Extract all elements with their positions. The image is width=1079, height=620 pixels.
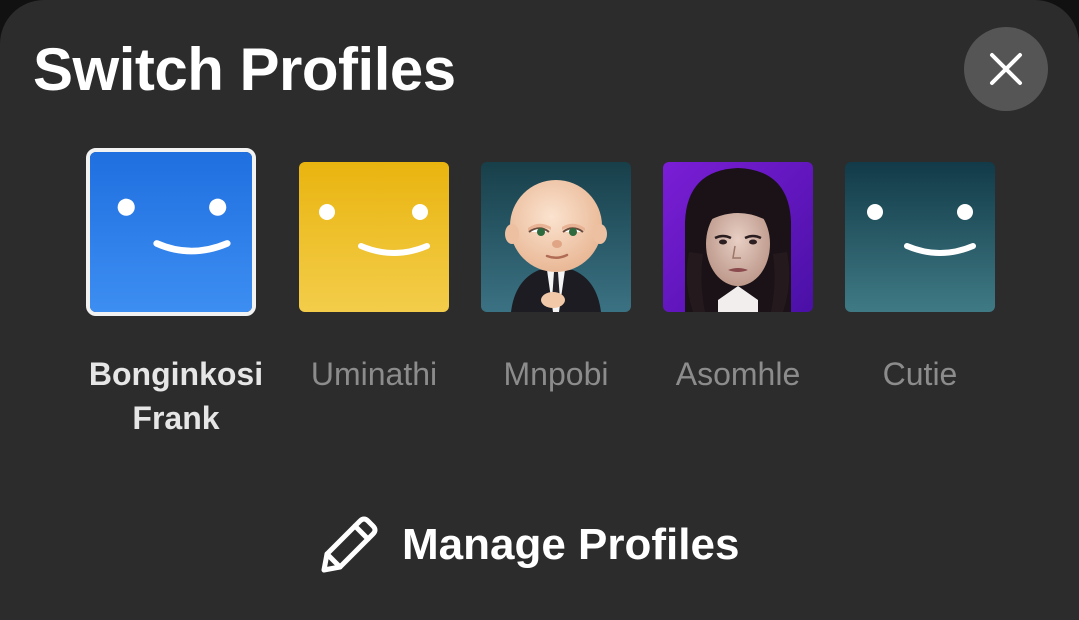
smile-face-avatar — [90, 152, 252, 312]
profile-avatar[interactable] — [845, 162, 995, 312]
profile-name: Cutie — [882, 356, 958, 392]
profile-avatar[interactable] — [481, 162, 631, 312]
profile-avatar[interactable] — [299, 162, 449, 312]
smile-face-avatar — [299, 162, 449, 312]
profile-name: Mnpobi — [503, 356, 609, 392]
profile-avatar[interactable] — [663, 162, 813, 312]
profile-name: Asomhle — [675, 356, 801, 392]
boss-baby-avatar — [481, 162, 631, 312]
profile-name: Uminathi — [310, 356, 438, 392]
profile-avatar-selected[interactable] — [86, 148, 256, 316]
smile-face-avatar — [845, 162, 995, 312]
manage-profiles-label: Manage Profiles — [402, 520, 740, 569]
profile-list: Bonginkosi Frank Uminathi Mnpobi Asomhle… — [0, 0, 1079, 480]
switch-profiles-sheet: Switch Profiles Bonginkosi Frank Uminath… — [0, 0, 1079, 620]
profile-name: Bonginkosi Frank — [88, 356, 264, 436]
pencil-icon — [321, 516, 378, 573]
wednesday-avatar — [663, 162, 813, 312]
manage-profiles-button[interactable]: Manage Profiles — [318, 512, 778, 578]
